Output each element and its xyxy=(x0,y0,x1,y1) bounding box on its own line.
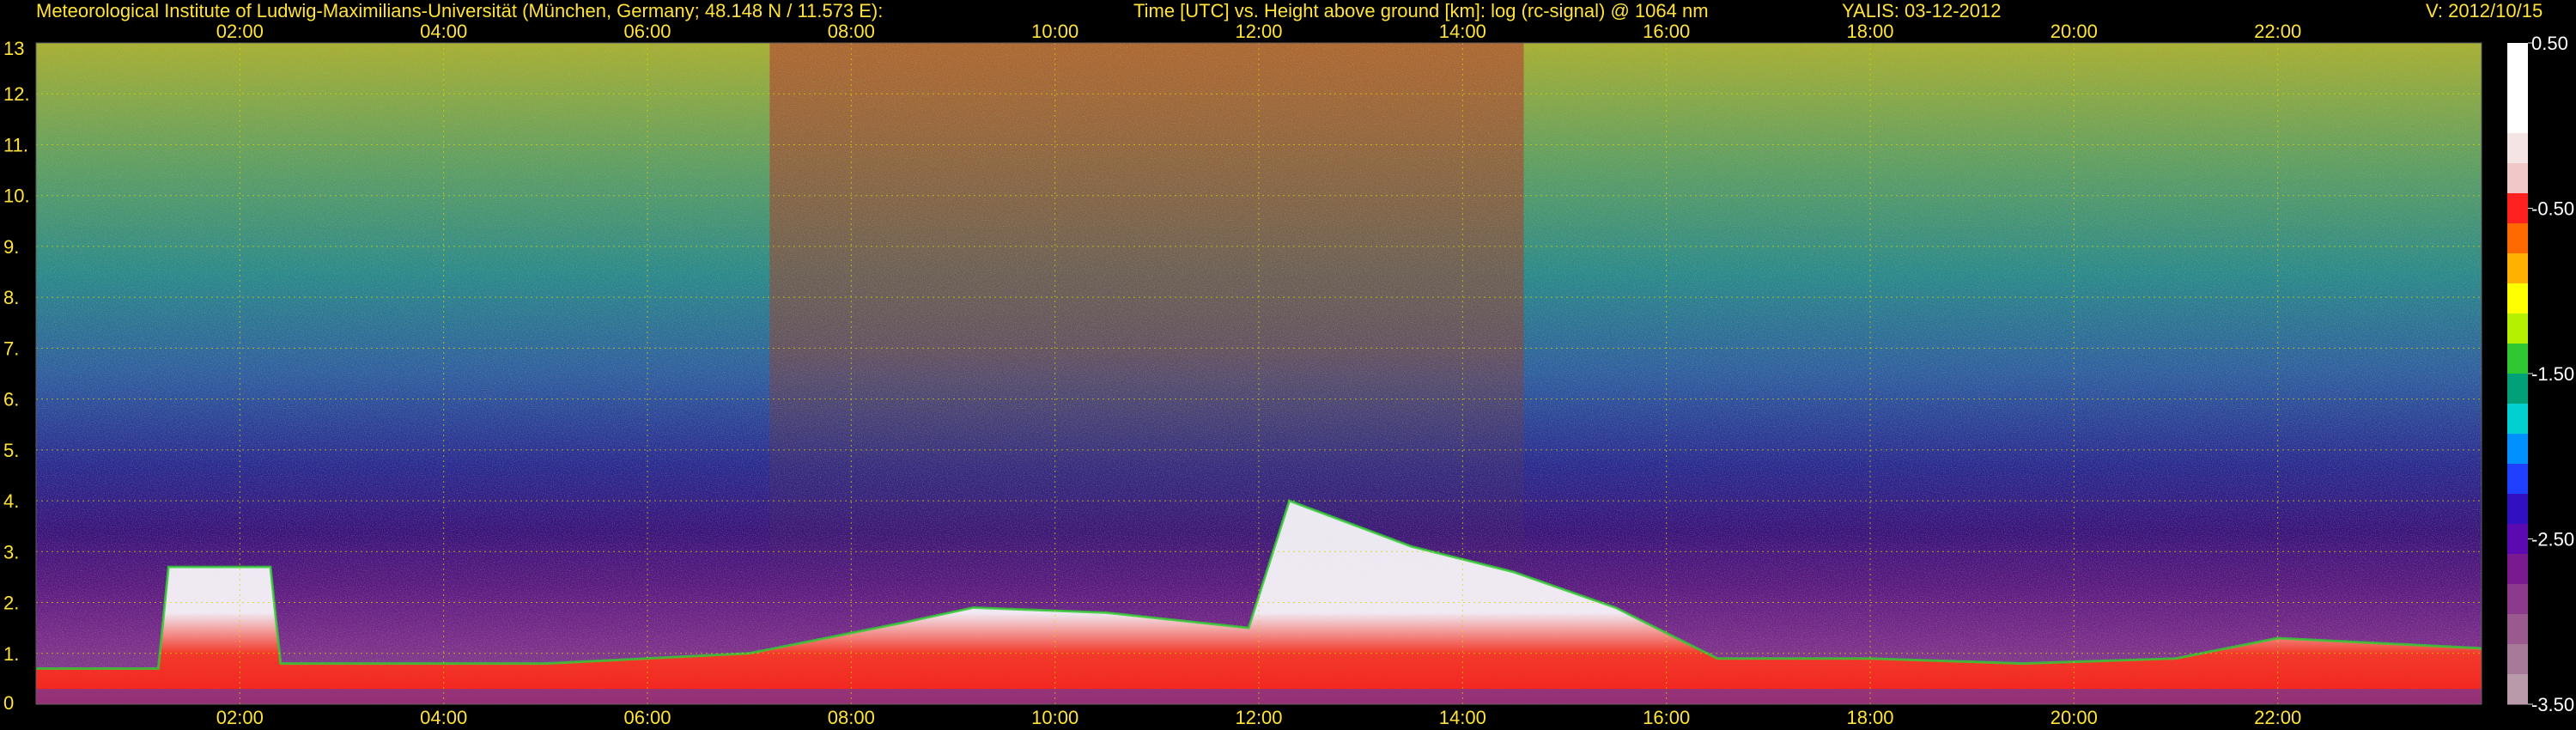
y-tick-label: 10. xyxy=(3,186,30,207)
y-tick-label: 1. xyxy=(3,643,19,665)
colorbar-segment xyxy=(2507,133,2528,164)
x-tick-label: 16:00 xyxy=(1643,707,1690,728)
near-ground-layer xyxy=(36,689,2482,704)
x-tick-label-top: 16:00 xyxy=(1643,21,1690,42)
colorbar-segment xyxy=(2507,524,2528,555)
colorbar-segment xyxy=(2507,644,2528,675)
colorbar-label: -1.50 xyxy=(2531,363,2574,385)
colorbar-label: -2.50 xyxy=(2531,529,2574,551)
y-tick-label: 8. xyxy=(3,287,19,308)
x-tick-label: 18:00 xyxy=(1846,707,1893,728)
colorbar-segment xyxy=(2507,193,2528,224)
colorbar-segment xyxy=(2507,584,2528,615)
colorbar-segment xyxy=(2507,404,2528,435)
y-tick-label: 6. xyxy=(3,389,19,411)
colorbar-segment xyxy=(2507,43,2528,74)
x-tick-label: 08:00 xyxy=(828,707,875,728)
x-tick-label-top: 10:00 xyxy=(1031,21,1078,42)
x-tick-label: 22:00 xyxy=(2254,707,2301,728)
x-tick-label-top: 06:00 xyxy=(623,21,671,42)
colorbar-segment xyxy=(2507,73,2528,104)
x-tick-label-top: 20:00 xyxy=(2050,21,2098,42)
x-tick-label-top: 12:00 xyxy=(1235,21,1282,42)
colorbar-label: 0.50 xyxy=(2531,33,2568,54)
y-tick-label: 0 xyxy=(3,692,14,714)
colorbar-segment xyxy=(2507,614,2528,645)
colorbar-label: -0.50 xyxy=(2531,198,2574,220)
colorbar-segment xyxy=(2507,434,2528,465)
y-tick-label: 12. xyxy=(3,83,30,105)
y-tick-label: 2. xyxy=(3,593,19,614)
colorbar-segment xyxy=(2507,283,2528,314)
colorbar-segment xyxy=(2507,163,2528,194)
colorbar-segment xyxy=(2507,494,2528,525)
x-tick-label: 04:00 xyxy=(420,707,467,728)
x-tick-label-top: 08:00 xyxy=(828,21,875,42)
x-tick-label: 20:00 xyxy=(2050,707,2098,728)
x-tick-label-top: 14:00 xyxy=(1439,21,1486,42)
x-tick-label-top: 22:00 xyxy=(2254,21,2301,42)
x-tick-label: 14:00 xyxy=(1439,707,1486,728)
x-tick-label: 12:00 xyxy=(1235,707,1282,728)
y-tick-label: 4. xyxy=(3,490,19,512)
colorbar-segment xyxy=(2507,554,2528,585)
y-tick-label: 5. xyxy=(3,440,19,461)
colorbar-label: -3.50 xyxy=(2531,694,2574,715)
colorbar-segment xyxy=(2507,313,2528,344)
x-tick-label-top: 18:00 xyxy=(1846,21,1893,42)
y-tick-label: 13 xyxy=(3,38,24,59)
x-tick-label: 06:00 xyxy=(623,707,671,728)
colorbar-segment xyxy=(2507,674,2528,705)
colorbar-segment xyxy=(2507,374,2528,405)
y-tick-label: 3. xyxy=(3,541,19,563)
colorbar-segment xyxy=(2507,103,2528,134)
colorbar-segment xyxy=(2507,344,2528,374)
lidar-chart: 02:00 02:00 04:00 04:00 06:00 06:00 08:00 08:00… xyxy=(3,21,2574,728)
colorbar-segment xyxy=(2507,464,2528,495)
y-tick-label: 7. xyxy=(3,338,19,359)
colorbar-segment xyxy=(2507,223,2528,254)
x-tick-label: 02:00 xyxy=(216,707,264,728)
x-tick-label-top: 02:00 xyxy=(216,21,264,42)
y-tick-label: 11. xyxy=(3,134,28,155)
x-tick-label-top: 04:00 xyxy=(420,21,467,42)
colorbar-segment xyxy=(2507,253,2528,284)
colorbar: 0.50 -0.50 -1.50 -2.50 -3.50 xyxy=(2507,33,2574,715)
x-tick-label: 10:00 xyxy=(1031,707,1078,728)
y-tick-label: 9. xyxy=(3,236,19,258)
